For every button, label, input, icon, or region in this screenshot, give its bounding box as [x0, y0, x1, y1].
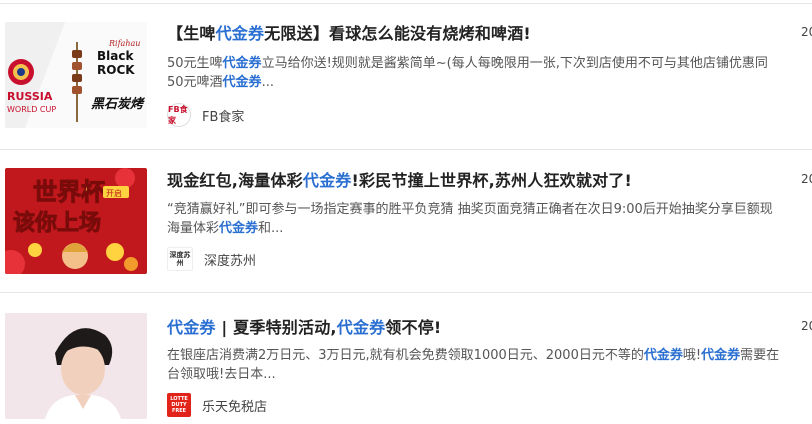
article-title[interactable]: 【生啤代金券无限送】看球怎么能没有烧烤和啤酒! — [167, 20, 807, 44]
excerpt-text: 台领取哦!去日本... — [167, 367, 276, 382]
article-date: 20 — [801, 319, 812, 333]
article-item-1[interactable]: RUSSIA WORLD CUP Rifahau Black ROCK 黑石炭烤… — [0, 0, 812, 148]
article-item-3[interactable]: 代金券 | 夏季特别活动,代金券领不停! 20 在银座店消费满2万日元、3万日元… — [0, 293, 812, 424]
brand-cn: 黑石炭烤 — [91, 96, 146, 112]
article-source[interactable]: FB食家 FB食家 — [167, 103, 244, 127]
article-date: 20 — [801, 25, 812, 39]
excerpt-text: 需要在 — [740, 348, 780, 363]
title-keyword: 代金券 — [302, 171, 352, 190]
article-date: 20 — [801, 172, 812, 186]
title-part: 现金红包,海量体彩 — [167, 171, 303, 190]
brand-top: Rifahau — [108, 39, 140, 48]
excerpt-text: 在银座店消费满2万日元、3万日元,就有机会免费领取1000日元、2000日元不等… — [167, 348, 644, 363]
excerpt-text: 50元生啤 — [167, 56, 223, 71]
title-keyword: 代金券 — [215, 24, 265, 43]
thumb-tag: 开启 — [106, 188, 122, 198]
world-cup-bbq-image: RUSSIA WORLD CUP Rifahau Black ROCK 黑石炭烤 — [5, 22, 147, 128]
source-name: 乐天免税店 — [202, 399, 268, 415]
promo-portrait-image — [5, 313, 147, 419]
excerpt-text: ... — [261, 75, 274, 90]
excerpt-text: 海量体彩 — [167, 221, 220, 236]
excerpt-text: “竞猜赢好礼”即可参与一场指定赛事的胜平负竞猜 抽奖页面竞猜正确者在次日9:00… — [167, 202, 773, 217]
excerpt-keyword: 代金券 — [701, 348, 741, 363]
source-name: 深度苏州 — [204, 253, 257, 269]
article-source[interactable]: 深度苏州 深度苏州 — [167, 247, 256, 271]
excerpt-keyword: 代金券 — [222, 75, 262, 90]
title-part: 无限送】看球怎么能没有烧烤和啤酒! — [264, 24, 531, 43]
article-excerpt: 50元生啤代金券立马给你送!规则就是酱紫简单~(每人每晚限用一张,下次到店使用不… — [167, 54, 812, 92]
title-part: !彩民节撞上世界杯,苏州人狂欢就对了! — [351, 171, 632, 190]
thumb-line-2: 该你上场 — [13, 210, 101, 236]
article-excerpt: 在银座店消费满2万日元、3万日元,就有机会免费领取1000日元、2000日元不等… — [167, 346, 812, 384]
article-thumbnail[interactable]: 世界杯 开启 该你上场 — [5, 168, 147, 274]
excerpt-text: 50元啤酒 — [167, 75, 223, 90]
source-logo: LOTTE DUTY FREE — [167, 393, 191, 417]
article-title[interactable]: 代金券 | 夏季特别活动,代金券领不停! — [167, 314, 807, 338]
article-title[interactable]: 现金红包,海量体彩代金券!彩民节撞上世界杯,苏州人狂欢就对了! — [167, 167, 807, 191]
source-name: FB食家 — [202, 109, 245, 125]
excerpt-keyword: 代金券 — [222, 56, 262, 71]
title-part: 领不停! — [385, 318, 442, 337]
article-excerpt: “竞猜赢好礼”即可参与一场指定赛事的胜平负竞猜 抽奖页面竞猜正确者在次日9:00… — [167, 200, 812, 238]
article-source[interactable]: LOTTE DUTY FREE 乐天免税店 — [167, 393, 267, 417]
brand-1: Black — [97, 49, 134, 63]
source-logo: FB食家 — [167, 103, 191, 127]
title-keyword: 代金券 — [336, 318, 386, 337]
brand-2: ROCK — [97, 63, 135, 77]
excerpt-keyword: 代金券 — [643, 348, 683, 363]
thumb-line-1: 世界杯 — [33, 178, 105, 206]
article-thumbnail[interactable] — [5, 313, 147, 419]
source-logo: 深度苏州 — [167, 247, 193, 271]
article-item-2[interactable]: 世界杯 开启 该你上场 现金红包,海量体彩代金券!彩民节撞上世界杯,苏州人狂欢就… — [0, 150, 812, 292]
title-keyword: 代金券 — [167, 318, 216, 337]
excerpt-text: 和... — [258, 221, 284, 236]
title-part: 【生啤 — [167, 24, 216, 43]
cup-text-2: WORLD CUP — [7, 105, 56, 114]
lottery-world-cup-image: 世界杯 开启 该你上场 — [5, 168, 147, 274]
excerpt-text: 哦! — [682, 348, 702, 363]
title-part: | 夏季特别活动, — [215, 318, 337, 337]
article-thumbnail[interactable]: RUSSIA WORLD CUP Rifahau Black ROCK 黑石炭烤 — [5, 22, 147, 128]
cup-text-1: RUSSIA — [7, 90, 53, 103]
article-list: RUSSIA WORLD CUP Rifahau Black ROCK 黑石炭烤… — [0, 0, 812, 424]
excerpt-text: 立马给你送!规则就是酱紫简单~(每人每晚限用一张,下次到店使用不可与其他店铺优惠… — [261, 56, 768, 71]
excerpt-keyword: 代金券 — [219, 221, 259, 236]
